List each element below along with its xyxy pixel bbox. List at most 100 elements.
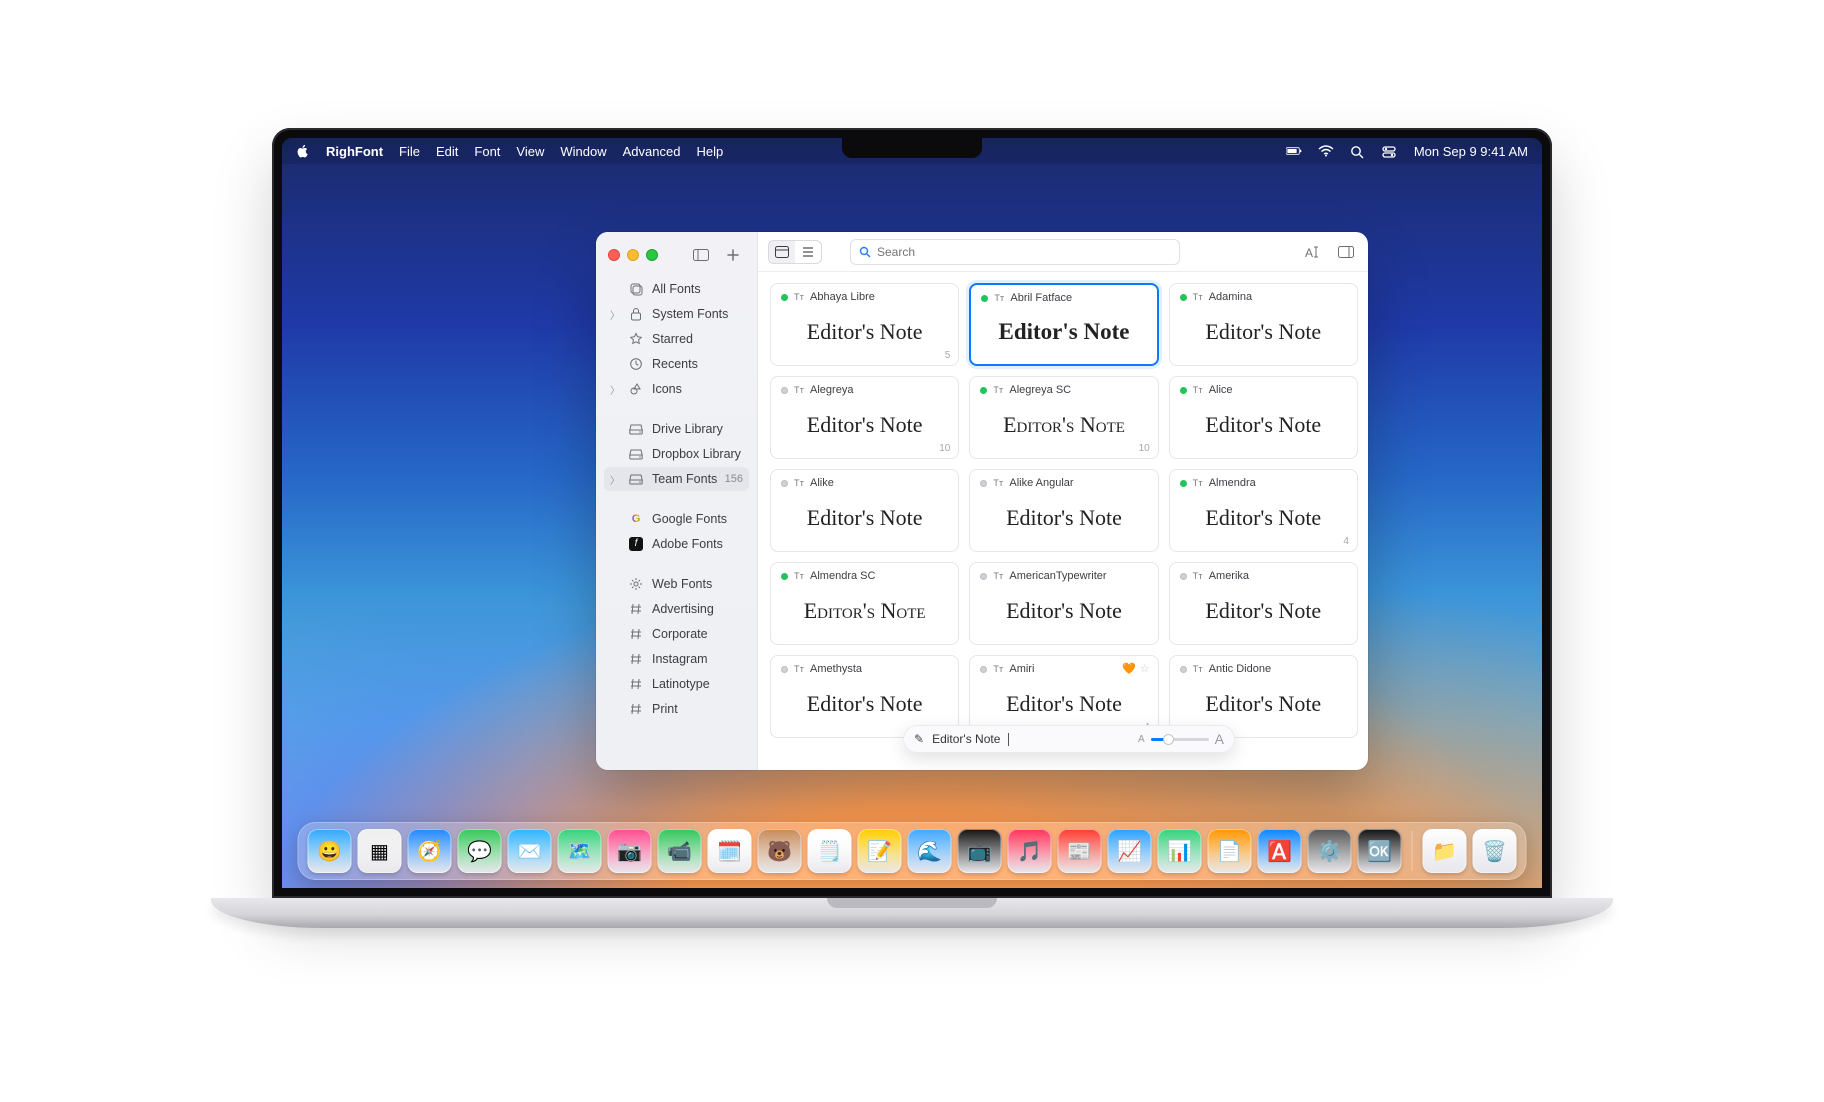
sidebar-item-system-fonts[interactable]: 〉System Fonts: [604, 302, 749, 326]
search-input[interactable]: [877, 240, 1171, 264]
sidebar-item-count: 156: [725, 473, 743, 485]
dock-app-icon[interactable]: 💬: [458, 829, 502, 873]
control-center-icon[interactable]: [1382, 145, 1398, 157]
sidebar-item-team-fonts[interactable]: 〉Team Fonts156: [604, 467, 749, 491]
dock-app-icon[interactable]: 📰: [1058, 829, 1102, 873]
dock-app-icon[interactable]: 🅰️: [1258, 829, 1302, 873]
font-card[interactable]: TᴛAbhaya LibreEditor's Note5: [770, 283, 959, 366]
dock-app-icon[interactable]: 📺: [958, 829, 1002, 873]
dock-app-icon[interactable]: 🗒️: [808, 829, 852, 873]
dock-app-icon[interactable]: 🗓️: [708, 829, 752, 873]
dock-app-icon[interactable]: 📝: [858, 829, 902, 873]
spotlight-icon[interactable]: [1350, 145, 1366, 157]
rightfont-window: All Fonts 〉System FontsStarredRecents〉Ico…: [596, 232, 1368, 770]
menu-window[interactable]: Window: [560, 144, 606, 159]
font-name: Almendra SC: [810, 570, 875, 582]
apple-menu[interactable]: [296, 144, 310, 158]
view-list-button[interactable]: [795, 241, 821, 263]
toggle-sidebar-icon[interactable]: [689, 243, 713, 267]
menu-font[interactable]: Font: [474, 144, 500, 159]
font-card[interactable]: TᴛAlegreya SCEditor's Note10: [969, 376, 1158, 459]
font-card[interactable]: TᴛAliceEditor's Note: [1169, 376, 1358, 459]
font-preview-text: Editor's Note: [781, 599, 948, 623]
status-dot: [781, 294, 788, 301]
drive-icon: [628, 421, 644, 437]
dock-app-icon[interactable]: 🗺️: [558, 829, 602, 873]
dock-app-icon[interactable]: ▦: [358, 829, 402, 873]
dock-app-icon[interactable]: 📷: [608, 829, 652, 873]
font-card[interactable]: TᴛAdaminaEditor's Note: [1169, 283, 1358, 366]
preview-text-button[interactable]: A: [1300, 240, 1324, 264]
menu-file[interactable]: File: [399, 144, 420, 159]
font-name: Alice: [1209, 384, 1233, 396]
dock-app-icon[interactable]: 📁: [1423, 829, 1467, 873]
menubar-app-name[interactable]: RighFont: [326, 144, 383, 159]
status-dot: [981, 295, 988, 302]
sidebar-item-dropbox-library[interactable]: Dropbox Library: [604, 442, 749, 466]
menubar-clock[interactable]: Mon Sep 9 9:41 AM: [1414, 144, 1528, 159]
menu-view[interactable]: View: [516, 144, 544, 159]
add-button[interactable]: [721, 243, 745, 267]
battery-icon[interactable]: [1286, 145, 1302, 157]
sidebar-item-drive-library[interactable]: Drive Library: [604, 417, 749, 441]
dock-app-icon[interactable]: 📊: [1158, 829, 1202, 873]
dock-app-icon[interactable]: 🆗: [1358, 829, 1402, 873]
preview-size-slider[interactable]: [1151, 738, 1209, 741]
menu-edit[interactable]: Edit: [436, 144, 458, 159]
font-card[interactable]: TᴛAlikeEditor's Note: [770, 469, 959, 552]
dock-app-icon[interactable]: ✉️: [508, 829, 552, 873]
search-field[interactable]: [850, 239, 1180, 265]
sidebar-item-advertising[interactable]: Advertising: [604, 597, 749, 621]
font-preview-text: Editor's Note: [1180, 413, 1347, 437]
sidebar-item-instagram[interactable]: Instagram: [604, 647, 749, 671]
toggle-inspector-icon[interactable]: [1334, 240, 1358, 264]
hash-icon: [628, 676, 644, 692]
chevron-right-icon: 〉: [610, 382, 620, 397]
font-name: Antic Didone: [1209, 663, 1271, 675]
font-card[interactable]: TᴛAlike AngularEditor's Note: [969, 469, 1158, 552]
window-zoom-button[interactable]: [646, 249, 658, 261]
view-grid-button[interactable]: [769, 241, 795, 263]
dock-app-icon[interactable]: ⚙️: [1308, 829, 1352, 873]
font-card[interactable]: TᴛAbril FatfaceEditor's Note: [969, 283, 1158, 366]
menu-advanced[interactable]: Advanced: [623, 144, 681, 159]
preview-text-popup[interactable]: ✎ Editor's Note A A: [903, 725, 1235, 753]
dock-app-icon[interactable]: 📹: [658, 829, 702, 873]
dock-app-icon[interactable]: 📈: [1108, 829, 1152, 873]
edit-icon: ✎: [914, 732, 924, 746]
font-card[interactable]: TᴛAmerikaEditor's Note: [1169, 562, 1358, 645]
dock-app-icon[interactable]: 🧭: [408, 829, 452, 873]
window-close-button[interactable]: [608, 249, 620, 261]
dock-app-icon[interactable]: 🌊: [908, 829, 952, 873]
font-preview-text: Editor's Note: [1180, 506, 1347, 530]
sidebar-item-label: Team Fonts: [652, 472, 717, 486]
wifi-icon[interactable]: [1318, 145, 1334, 157]
dock-app-icon[interactable]: 📄: [1208, 829, 1252, 873]
sidebar-item-adobe-fonts[interactable]: fAdobe Fonts: [604, 532, 749, 556]
truetype-icon: Tᴛ: [794, 664, 804, 674]
font-card[interactable]: TᴛAlegreyaEditor's Note10: [770, 376, 959, 459]
dock-app-icon[interactable]: 🗑️: [1473, 829, 1517, 873]
drive-icon: [628, 446, 644, 462]
dock-app-icon[interactable]: 😀: [308, 829, 352, 873]
sidebar-item-all-fonts[interactable]: All Fonts: [604, 277, 749, 301]
sidebar-item-google-fonts[interactable]: GGoogle Fonts: [604, 507, 749, 531]
dock-app-icon[interactable]: 🎵: [1008, 829, 1052, 873]
sidebar-item-web-fonts[interactable]: Web Fonts: [604, 572, 749, 596]
font-card[interactable]: TᴛAlmendra SCEditor's Note: [770, 562, 959, 645]
sidebar-item-label: All Fonts: [652, 282, 701, 296]
font-preview-text: Editor's Note: [1180, 320, 1347, 344]
sidebar-item-corporate[interactable]: Corporate: [604, 622, 749, 646]
sidebar-item-print[interactable]: Print: [604, 697, 749, 721]
font-card[interactable]: TᴛAmericanTypewriterEditor's Note: [969, 562, 1158, 645]
dock-app-icon[interactable]: 🐻: [758, 829, 802, 873]
window-minimize-button[interactable]: [627, 249, 639, 261]
font-card[interactable]: TᴛAlmendraEditor's Note4: [1169, 469, 1358, 552]
sidebar-item-recents[interactable]: Recents: [604, 352, 749, 376]
font-name: Abhaya Libre: [810, 291, 875, 303]
sidebar-item-latinotype[interactable]: Latinotype: [604, 672, 749, 696]
menu-help[interactable]: Help: [696, 144, 723, 159]
sidebar-item-starred[interactable]: Starred: [604, 327, 749, 351]
sidebar-item-icons[interactable]: 〉Icons: [604, 377, 749, 401]
status-dot: [1180, 387, 1187, 394]
